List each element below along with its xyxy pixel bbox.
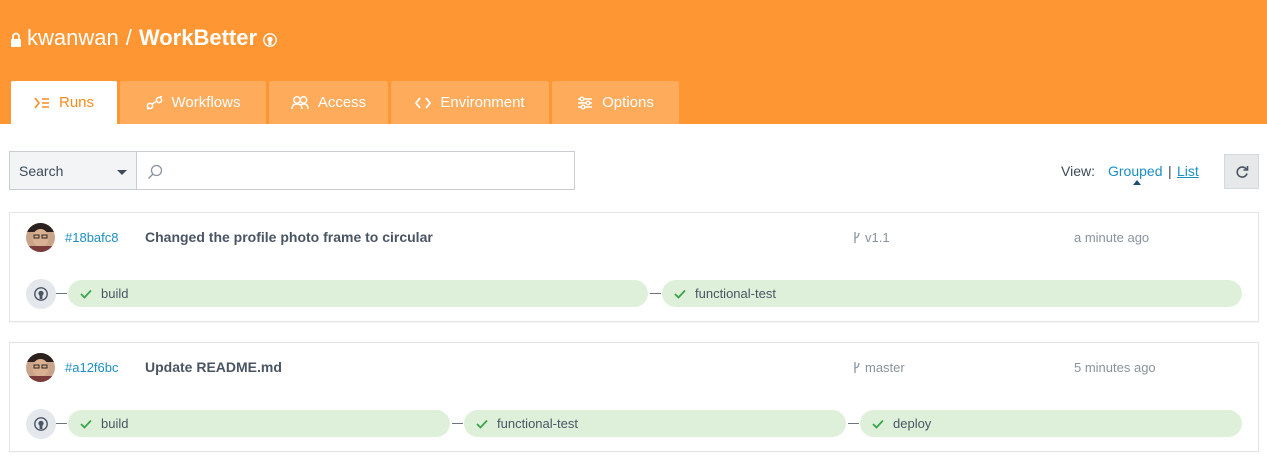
tab-access[interactable]: Access <box>269 81 388 124</box>
avatar <box>26 223 55 252</box>
refresh-button[interactable] <box>1224 154 1259 189</box>
github-icon[interactable] <box>263 33 277 47</box>
job-build[interactable]: build <box>68 410 450 437</box>
job-name: functional-test <box>695 286 776 301</box>
pipeline-connector <box>452 423 463 424</box>
search-scope-label: Search <box>19 162 64 179</box>
runs-icon <box>34 97 49 108</box>
commit-message[interactable]: Update README.md <box>145 359 282 375</box>
repo-name[interactable]: WorkBetter <box>139 25 257 51</box>
github-icon <box>34 287 48 301</box>
pipeline-connector <box>848 423 859 424</box>
view-label: View: <box>1061 163 1095 179</box>
branch-label: master <box>853 360 905 375</box>
tab-label: Environment <box>440 94 525 111</box>
view-list-link[interactable]: List <box>1177 163 1199 179</box>
check-icon <box>872 419 884 429</box>
chevron-down-icon <box>117 170 127 175</box>
check-icon <box>476 419 488 429</box>
check-icon <box>80 289 92 299</box>
tab-label: Workflows <box>171 94 241 111</box>
search-icon <box>148 164 163 179</box>
tab-label: Access <box>317 94 367 111</box>
branch-icon <box>854 232 860 243</box>
job-build[interactable]: build <box>68 280 648 307</box>
tab-runs[interactable]: Runs <box>11 81 117 124</box>
repo-separator: / <box>125 25 132 50</box>
job-functional-test[interactable]: functional-test <box>662 280 1242 307</box>
run-card[interactable]: #a12f6bc Update README.md master 5 minut… <box>9 342 1259 452</box>
tab-workflows[interactable]: Workflows <box>120 81 266 124</box>
workflows-icon <box>146 95 162 110</box>
trigger-node <box>26 409 56 439</box>
tab-environment[interactable]: Environment <box>391 81 549 124</box>
tab-options[interactable]: Options <box>552 81 679 124</box>
repo-title: kwanwan / WorkBetter <box>10 22 277 54</box>
run-card[interactable]: #18bafc8 Changed the profile photo frame… <box>9 212 1259 322</box>
refresh-icon <box>1235 165 1248 178</box>
job-name: functional-test <box>497 416 578 431</box>
branch-name: v1.1 <box>865 230 890 245</box>
sliders-icon <box>578 96 593 109</box>
branch-label: v1.1 <box>853 230 890 245</box>
search-input[interactable] <box>169 156 565 186</box>
github-icon <box>34 417 48 431</box>
code-icon <box>415 96 432 109</box>
selected-indicator-icon <box>1133 180 1141 185</box>
search-field[interactable] <box>137 151 575 190</box>
tab-label: Options <box>602 94 654 111</box>
commit-sha-link[interactable]: #18bafc8 <box>65 230 119 245</box>
access-icon <box>291 96 309 110</box>
run-timestamp: 5 minutes ago <box>1074 360 1156 375</box>
trigger-node <box>26 279 56 309</box>
lock-icon <box>11 32 21 47</box>
commit-message[interactable]: Changed the profile photo frame to circu… <box>145 229 433 245</box>
view-grouped-link[interactable]: Grouped <box>1108 163 1163 185</box>
branch-name: master <box>865 360 905 375</box>
view-separator: | <box>1168 163 1172 179</box>
run-timestamp: a minute ago <box>1074 230 1150 245</box>
branch-icon <box>854 362 860 373</box>
repo-header: kwanwan / WorkBetter Runs Workflows Acce… <box>0 0 1267 124</box>
job-name: deploy <box>893 416 932 431</box>
job-functional-test[interactable]: functional-test <box>464 410 846 437</box>
check-icon <box>674 289 686 299</box>
tab-label: Runs <box>58 94 95 111</box>
avatar <box>26 353 55 382</box>
view-grouped-label: Grouped <box>1108 163 1163 179</box>
job-name: build <box>101 286 129 301</box>
repo-owner[interactable]: kwanwan <box>27 25 119 51</box>
pipeline-connector <box>56 293 67 294</box>
job-deploy[interactable]: deploy <box>860 410 1242 437</box>
check-icon <box>80 419 92 429</box>
search-scope-select[interactable]: Search <box>9 151 137 190</box>
pipeline-connector <box>56 423 67 424</box>
job-name: build <box>101 416 129 431</box>
pipeline-connector <box>650 293 661 294</box>
commit-sha-link[interactable]: #a12f6bc <box>65 360 119 375</box>
